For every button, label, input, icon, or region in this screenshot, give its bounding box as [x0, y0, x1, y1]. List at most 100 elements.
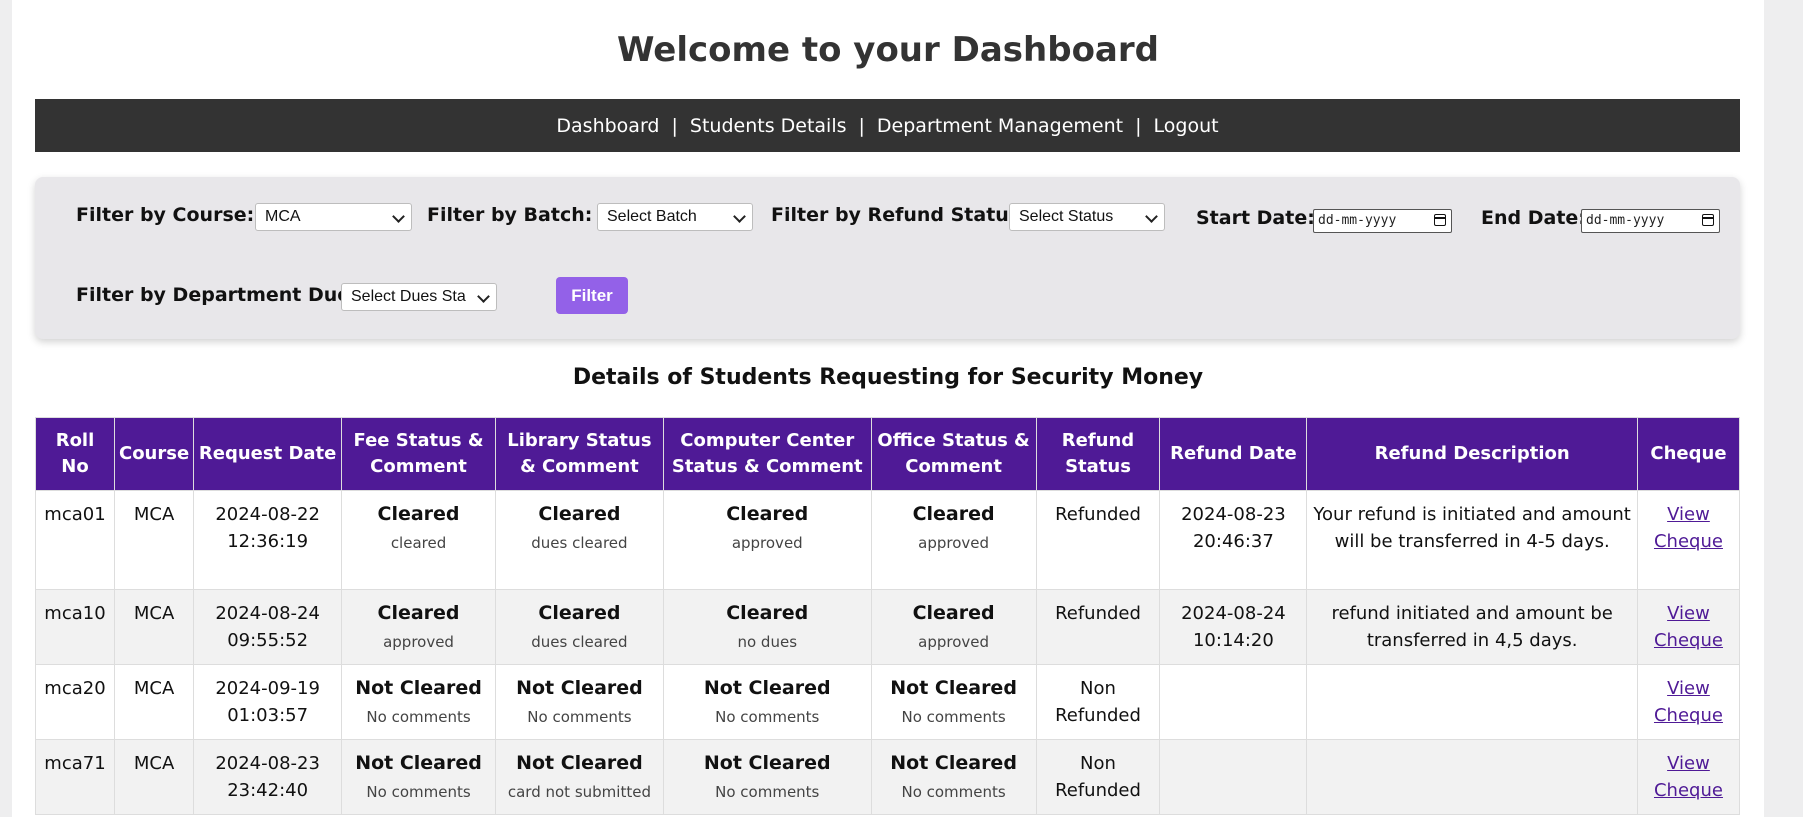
column-header: Request Date [193, 417, 343, 491]
office-status-cell: Not Cleared No comments [870, 739, 1037, 815]
computer-comment: No comments [715, 783, 820, 801]
office-comment: No comments [901, 783, 1006, 801]
table-header-row: Roll No Course Request Date Fee Status &… [35, 417, 1741, 491]
computer-status-cell: Cleared no dues [662, 589, 872, 665]
nav-dashboard[interactable]: Dashboard [556, 115, 659, 137]
filter-panel: Filter by Course: MCA Filter by Batch: S… [35, 177, 1740, 339]
page-title: Welcome to your Dashboard [617, 30, 1159, 70]
column-header: Computer Center Status & Comment [662, 417, 872, 491]
refund-status-cell: Refunded [1035, 490, 1161, 590]
page: Welcome to your Dashboard Dashboard | St… [12, 0, 1764, 817]
filter-button[interactable]: Filter [556, 277, 628, 314]
fee-status-cell: Cleared cleared [341, 490, 496, 590]
view-cheque-link[interactable]: View Cheque [1654, 678, 1723, 726]
refund-description-cell: Your refund is initiated and amount will… [1306, 490, 1638, 590]
refund-description-cell: refund initiated and amount be transferr… [1306, 589, 1638, 665]
column-header: Refund Description [1306, 417, 1638, 491]
library-status-cell: Not Cleared No comments [494, 664, 664, 740]
fee-status: Not Cleared [355, 677, 482, 699]
course-cell: MCA [113, 490, 195, 590]
computer-status-cell: Cleared approved [662, 490, 872, 590]
request-date-cell: 2024-09-19 01:03:57 [193, 664, 343, 740]
dues-select[interactable]: Select Dues Sta [341, 283, 497, 311]
column-header: Cheque [1636, 417, 1741, 491]
computer-status: Not Cleared [703, 677, 831, 699]
calendar-icon[interactable] [1702, 214, 1714, 226]
roll-no-cell: mca01 [35, 490, 115, 590]
roll-no-cell: mca71 [35, 739, 115, 815]
start-date-label: Start Date: [1196, 207, 1315, 229]
office-status: Not Cleared [890, 752, 1017, 774]
fee-comment: No comments [366, 708, 471, 726]
view-cheque-link[interactable]: View Cheque [1654, 753, 1723, 801]
chevron-down-icon [477, 290, 490, 303]
navbar: Dashboard | Students Details | Departmen… [35, 99, 1740, 152]
table-row: mca71 MCA 2024-08-23 23:42:40 Not Cleare… [35, 739, 1741, 815]
refund-date-cell [1159, 664, 1308, 740]
computer-status-cell: Not Cleared No comments [662, 664, 872, 740]
fee-comment: cleared [390, 534, 447, 552]
library-status: Cleared [538, 503, 621, 525]
fee-status-cell: Not Cleared No comments [341, 739, 496, 815]
request-date-cell: 2024-08-22 12:36:19 [193, 490, 343, 590]
nav-logout[interactable]: Logout [1154, 115, 1219, 137]
course-cell: MCA [113, 664, 195, 740]
request-date-cell: 2024-08-24 09:55:52 [193, 589, 343, 665]
office-status: Not Cleared [890, 677, 1017, 699]
refund-date-cell [1159, 739, 1308, 815]
refund-status-select[interactable]: Select Status [1009, 203, 1165, 231]
start-date-placeholder: dd-mm-yyyy [1318, 213, 1397, 228]
nav-students-details[interactable]: Students Details [690, 115, 847, 137]
chevron-down-icon [733, 210, 746, 223]
office-status: Cleared [912, 602, 995, 624]
calendar-icon[interactable] [1434, 214, 1446, 226]
nav-separator: | [671, 114, 678, 137]
cheque-cell: View Cheque [1636, 664, 1741, 740]
end-date-input[interactable]: dd-mm-yyyy [1581, 209, 1720, 233]
column-header: Refund Status [1035, 417, 1161, 491]
computer-status-cell: Not Cleared No comments [662, 739, 872, 815]
column-header: Course [113, 417, 195, 491]
library-comment: card not submitted [507, 783, 651, 801]
start-date-input[interactable]: dd-mm-yyyy [1313, 209, 1452, 233]
library-status: Not Cleared [516, 677, 643, 699]
library-status-cell: Cleared dues cleared [494, 589, 664, 665]
cheque-cell: View Cheque [1636, 490, 1741, 590]
nav-department-management[interactable]: Department Management [877, 115, 1123, 137]
section-title: Details of Students Requesting for Secur… [572, 365, 1204, 390]
view-cheque-link[interactable]: View Cheque [1654, 504, 1723, 552]
cheque-cell: View Cheque [1636, 589, 1741, 665]
course-select-value: MCA [265, 208, 301, 225]
library-status-cell: Not Cleared card not submitted [494, 739, 664, 815]
library-comment: dues cleared [531, 534, 628, 552]
office-status-cell: Cleared approved [870, 589, 1037, 665]
batch-select-value: Select Batch [607, 208, 697, 225]
office-status: Cleared [912, 503, 995, 525]
students-table: Roll No Course Request Date Fee Status &… [35, 417, 1741, 815]
refund-description-cell [1306, 739, 1638, 815]
chevron-down-icon [392, 210, 405, 223]
computer-comment: approved [731, 534, 803, 552]
library-status-cell: Cleared dues cleared [494, 490, 664, 590]
column-header: Library Status & Comment [494, 417, 664, 491]
dues-select-value: Select Dues Sta [351, 288, 466, 305]
office-comment: approved [918, 534, 990, 552]
cheque-cell: View Cheque [1636, 739, 1741, 815]
fee-comment: No comments [366, 783, 471, 801]
column-header: Refund Date [1159, 417, 1308, 491]
roll-no-cell: mca10 [35, 589, 115, 665]
fee-status-cell: Not Cleared No comments [341, 664, 496, 740]
view-cheque-link[interactable]: View Cheque [1654, 603, 1723, 651]
computer-status: Cleared [726, 503, 809, 525]
refund-status-cell: Refunded [1035, 589, 1161, 665]
computer-comment: no dues [737, 633, 798, 651]
roll-no-cell: mca20 [35, 664, 115, 740]
batch-select[interactable]: Select Batch [597, 203, 753, 231]
course-select[interactable]: MCA [255, 203, 412, 231]
column-header: Office Status & Comment [870, 417, 1037, 491]
office-status-cell: Not Cleared No comments [870, 664, 1037, 740]
column-header: Roll No [35, 417, 115, 491]
refund-status-select-value: Select Status [1019, 208, 1114, 225]
fee-status-cell: Cleared approved [341, 589, 496, 665]
refund-status-filter-label: Filter by Refund Status: [771, 204, 1028, 226]
